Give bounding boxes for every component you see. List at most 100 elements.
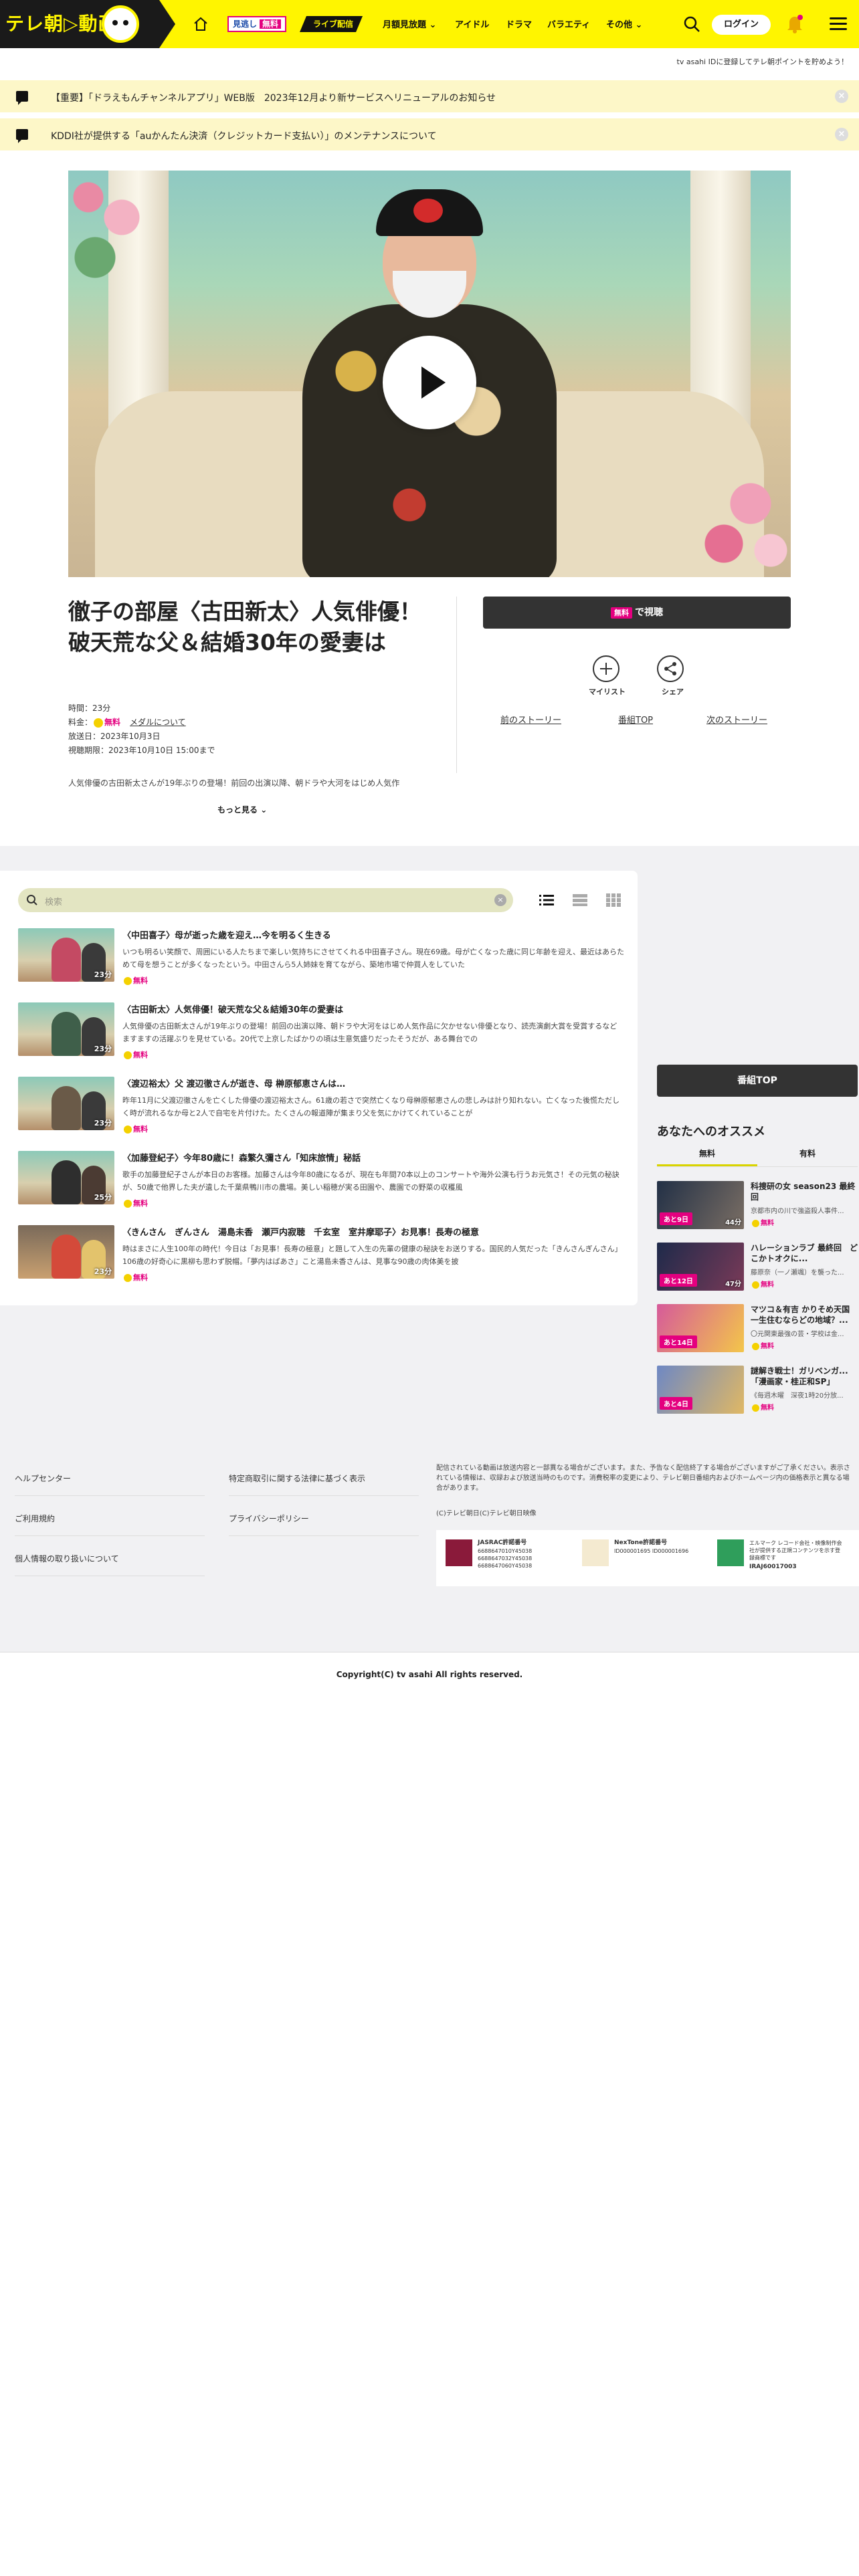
personal-info-link[interactable]: 個人情報の取り扱いについて bbox=[15, 1553, 119, 1564]
terms-link[interactable]: ご利用規約 bbox=[15, 1513, 55, 1524]
episode-title[interactable]: 〈中田喜子〉母が逝った歳を迎え…今を明るく生きる bbox=[122, 928, 624, 941]
hamburger-menu-icon[interactable] bbox=[830, 17, 847, 31]
free-label: 無料 bbox=[122, 1272, 148, 1283]
episode-desc: 時はまさに人生100年の時代！今日は「お見事！長寿の極意」と題して入生の先輩の健… bbox=[122, 1245, 622, 1266]
search-icon bbox=[27, 895, 37, 905]
episode-title[interactable]: 〈加藤登紀子〉今年80歳に！森繁久彌さん「知床旅情」秘話 bbox=[122, 1151, 624, 1164]
prev-story-link[interactable]: 前のストーリー bbox=[500, 713, 561, 726]
episode-list-item[interactable]: 23分 〈渡辺裕太〉父 渡辺徹さんが逝き、母 榊原郁恵さんは… 昨年11月に父渡… bbox=[18, 1077, 627, 1144]
coin-icon bbox=[752, 1342, 759, 1350]
nav-item-variety[interactable]: バラエティ bbox=[547, 17, 590, 30]
coin-icon bbox=[94, 718, 104, 728]
free-text: 無料 bbox=[761, 1220, 774, 1227]
recommend-thumbnail[interactable]: あと12日 47分 bbox=[657, 1243, 744, 1291]
episode-duration: 23分 bbox=[94, 970, 112, 979]
recommend-title[interactable]: マツコ＆有吉 かりそめ天国 一生住むならどの地域？... bbox=[751, 1304, 859, 1325]
tab-free[interactable]: 無料 bbox=[657, 1148, 757, 1167]
divider bbox=[657, 1166, 858, 1167]
id-promo-text[interactable]: tv asahi IDに登録してテレ朝ポイントを貯めよう！ bbox=[677, 56, 848, 67]
message-icon bbox=[16, 91, 28, 105]
detail-view-icon[interactable] bbox=[573, 893, 587, 907]
notice-text[interactable]: KDDI社が提供する「auかんたん決済（クレジットカード支払い）」のメンテナンス… bbox=[51, 129, 437, 142]
search-icon[interactable] bbox=[682, 15, 701, 33]
site-logo[interactable]: テレ朝▷動画 bbox=[0, 0, 175, 48]
play-button[interactable] bbox=[383, 336, 476, 429]
recommend-title[interactable]: 謎解き戦士！ガリベンガ...「漫画家・桂正和SP」 bbox=[751, 1366, 859, 1387]
grid-view-icon[interactable] bbox=[606, 893, 621, 907]
jasrac-logo-icon bbox=[446, 1539, 472, 1566]
live-link[interactable]: ライブ配信 bbox=[300, 16, 363, 32]
recommend-thumbnail[interactable]: あと14日 bbox=[657, 1304, 744, 1352]
recommend-item[interactable]: あと12日 47分 ハレーションラブ 最終回 どこかトオクに... 藤原奈（一ノ瀬… bbox=[657, 1243, 859, 1293]
close-icon[interactable]: × bbox=[835, 90, 848, 103]
video-player[interactable] bbox=[68, 171, 791, 577]
recommend-item[interactable]: あと9日 44分 科捜研の女 season23 最終回 京都市内の川で強盗殺人事件… bbox=[657, 1181, 859, 1232]
chevron-down-icon: ⌄ bbox=[429, 20, 437, 30]
episode-thumbnail[interactable]: 23分 bbox=[18, 1002, 114, 1056]
recommend-item[interactable]: あと14日 マツコ＆有吉 かりそめ天国 一生住むならどの地域？... 〇元関東最… bbox=[657, 1304, 859, 1355]
recommend-thumbnail[interactable]: あと9日 44分 bbox=[657, 1181, 744, 1229]
share-button[interactable] bbox=[657, 655, 684, 682]
clear-icon[interactable]: × bbox=[494, 894, 506, 906]
close-icon[interactable]: × bbox=[835, 128, 848, 141]
plus-icon bbox=[600, 663, 612, 675]
price-row: 料金： 無料 メダルについて bbox=[68, 716, 186, 728]
recommend-item[interactable]: あと4日 謎解き戦士！ガリベンガ...「漫画家・桂正和SP」 《毎週木曜 深夜1… bbox=[657, 1366, 859, 1416]
coin-icon bbox=[124, 1274, 132, 1282]
notice-text[interactable]: 【重要】「ドラえもんチャンネルアプリ」WEB版 2023年12月より新サービスへ… bbox=[51, 91, 496, 104]
episode-search-input[interactable]: 検索 × bbox=[18, 888, 513, 912]
price-free: 無料 bbox=[104, 718, 121, 727]
episode-title[interactable]: 〈きんさん ぎんさん 湯島未香 瀬戸内寂聴 千玄室 室井摩耶子〉お見事！長寿の極… bbox=[122, 1225, 624, 1238]
tab-paid[interactable]: 有料 bbox=[757, 1148, 858, 1164]
login-button[interactable]: ログイン bbox=[712, 15, 771, 35]
nav-item-label: その他 bbox=[606, 20, 633, 30]
free-text: 無料 bbox=[133, 1199, 148, 1208]
thumbnail-figure bbox=[52, 938, 81, 982]
episode-title[interactable]: 〈古田新太〉人気俳優！破天荒な父＆結婚30年の愛妻は bbox=[122, 1002, 624, 1015]
recommend-title[interactable]: 科捜研の女 season23 最終回 bbox=[751, 1181, 859, 1202]
add-mylist-button[interactable] bbox=[593, 655, 619, 682]
recommend-duration: 47分 bbox=[725, 1281, 741, 1288]
recommend-title[interactable]: ハレーションラブ 最終回 どこかトオクに... bbox=[751, 1243, 859, 1264]
episode-title[interactable]: 〈渡辺裕太〉父 渡辺徹さんが逝き、母 榊原郁恵さんは… bbox=[122, 1077, 624, 1089]
notice-bar[interactable]: 【重要】「ドラえもんチャンネルアプリ」WEB版 2023年12月より新サービスへ… bbox=[0, 80, 859, 112]
thumbnail-figure bbox=[52, 1086, 81, 1130]
episode-list-item[interactable]: 23分 〈きんさん ぎんさん 湯島未香 瀬戸内寂聴 千玄室 室井摩耶子〉お見事！… bbox=[18, 1225, 627, 1292]
nav-item-other[interactable]: その他 ⌄ bbox=[606, 17, 642, 30]
episode-list-item[interactable]: 23分 〈中田喜子〉母が逝った歳を迎え…今を明るく生きる いつも明るい笑顔で、周… bbox=[18, 928, 627, 995]
share-label: シェア bbox=[662, 687, 684, 696]
more-button[interactable]: もっと見る ⌄ bbox=[217, 804, 267, 815]
commerce-law-link[interactable]: 特定商取引に関する法律に基づく表示 bbox=[229, 1473, 365, 1484]
episode-list-item[interactable]: 23分 〈古田新太〉人気俳優！破天荒な父＆結婚30年の愛妻は 人気俳優の古田新太… bbox=[18, 1002, 627, 1069]
program-top-button[interactable]: 番組TOP bbox=[657, 1065, 858, 1097]
episode-thumbnail[interactable]: 23分 bbox=[18, 1225, 114, 1279]
cert-numbers: 6688647010Y45038 6688647032Y45038 668864… bbox=[478, 1548, 533, 1569]
recommend-thumbnail[interactable]: あと4日 bbox=[657, 1366, 744, 1414]
next-story-link[interactable]: 次のストーリー bbox=[706, 713, 767, 726]
episode-list-item[interactable]: 25分 〈加藤登紀子〉今年80歳に！森繁久彌さん「知床旅情」秘話 歌手の加藤登紀… bbox=[18, 1151, 627, 1218]
home-icon[interactable] bbox=[193, 16, 209, 32]
list-view-icon[interactable] bbox=[539, 893, 554, 907]
program-top-link[interactable]: 番組TOP bbox=[618, 713, 653, 726]
bell-icon[interactable] bbox=[785, 13, 804, 33]
episode-duration: 23分 bbox=[94, 1267, 112, 1276]
coin-icon bbox=[124, 1125, 132, 1134]
privacy-policy-link[interactable]: プライバシーポリシー bbox=[229, 1513, 309, 1524]
notice-bar[interactable]: KDDI社が提供する「auかんたん決済（クレジットカード支払い）」のメンテナンス… bbox=[0, 118, 859, 150]
free-catchup-link[interactable]: 見逃し 無料 bbox=[227, 16, 287, 32]
video-scene bbox=[376, 189, 483, 236]
days-left-badge: あと14日 bbox=[660, 1335, 697, 1348]
episode-thumbnail[interactable]: 23分 bbox=[18, 1077, 114, 1130]
nav-item-idol[interactable]: アイドル bbox=[455, 17, 489, 30]
medal-info-link[interactable]: メダルについて bbox=[130, 718, 186, 727]
nav-item-drama[interactable]: ドラマ bbox=[506, 17, 532, 30]
share-icon bbox=[664, 662, 676, 675]
help-center-link[interactable]: ヘルプセンター bbox=[15, 1473, 71, 1484]
coin-icon bbox=[124, 977, 132, 985]
watch-button[interactable]: 無料 で視聴 bbox=[483, 597, 791, 629]
episode-thumbnail[interactable]: 25分 bbox=[18, 1151, 114, 1204]
episode-thumbnail[interactable]: 23分 bbox=[18, 928, 114, 982]
nav-item-subscription[interactable]: 月額見放題 ⌄ bbox=[383, 17, 436, 30]
cert-numbers: ID000001695 ID000001696 bbox=[614, 1548, 689, 1554]
duration-text: 時間：23分 bbox=[68, 704, 111, 713]
